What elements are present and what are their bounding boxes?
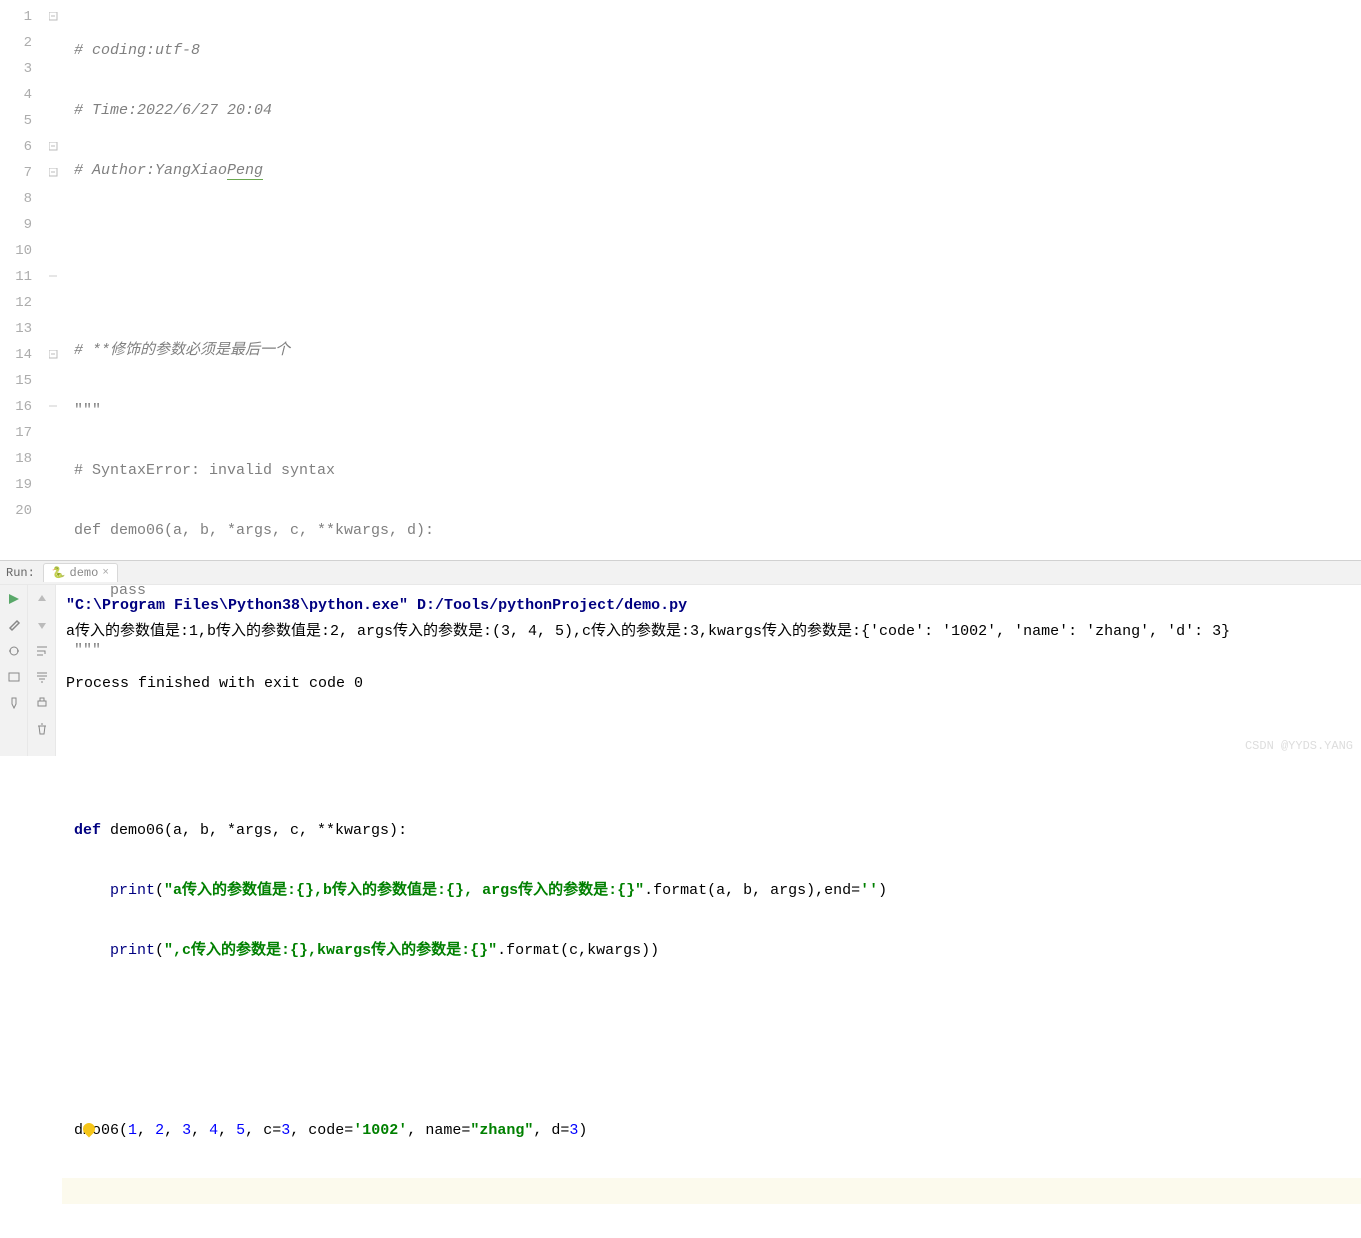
line-number: 16 bbox=[0, 394, 44, 420]
fold-end-icon[interactable] bbox=[44, 394, 62, 420]
up-arrow-icon[interactable] bbox=[32, 589, 52, 609]
code-text: def demo06(a, b, *args, c, **kwargs, d): bbox=[74, 522, 434, 539]
line-number: 10 bbox=[0, 238, 44, 264]
line-number: 3 bbox=[0, 56, 44, 82]
code-content[interactable]: # coding:utf-8 # Time:2022/6/27 20:04 # … bbox=[62, 0, 1361, 560]
code-text: # **修饰的参数必须是最后一个 bbox=[74, 342, 290, 359]
run-toolbar-left bbox=[0, 585, 28, 756]
line-number: 13 bbox=[0, 316, 44, 342]
trash-icon[interactable] bbox=[32, 719, 52, 739]
code-text: # SyntaxError: invalid syntax bbox=[74, 462, 335, 479]
line-number: 17 bbox=[0, 420, 44, 446]
code-text: # Author:YangXiaoPeng bbox=[74, 162, 263, 180]
code-text: pass bbox=[74, 582, 146, 599]
fold-column bbox=[44, 0, 62, 560]
soft-wrap-icon[interactable] bbox=[32, 641, 52, 661]
fold-end-icon[interactable] bbox=[44, 264, 62, 290]
rerun-button[interactable] bbox=[4, 589, 24, 609]
line-number: 20 bbox=[0, 498, 44, 524]
screenshot-icon[interactable] bbox=[4, 667, 24, 687]
code-text: def bbox=[74, 822, 110, 839]
code-text: """ bbox=[74, 642, 101, 659]
code-editor[interactable]: 1 2 3 4 5 6 7 8 9 10 11 12 13 14 15 16 1… bbox=[0, 0, 1361, 560]
wrench-icon[interactable] bbox=[4, 615, 24, 635]
line-number: 5 bbox=[0, 108, 44, 134]
line-number: 11 bbox=[0, 264, 44, 290]
code-text: # coding:utf-8 bbox=[74, 42, 200, 59]
down-arrow-icon[interactable] bbox=[32, 615, 52, 635]
print-icon[interactable] bbox=[32, 693, 52, 713]
line-number: 18 bbox=[0, 446, 44, 472]
line-number: 15 bbox=[0, 368, 44, 394]
debug-icon[interactable] bbox=[4, 641, 24, 661]
fold-icon[interactable] bbox=[44, 4, 62, 30]
line-number: 4 bbox=[0, 82, 44, 108]
run-label: Run: bbox=[6, 566, 35, 580]
fold-icon[interactable] bbox=[44, 160, 62, 186]
pin-icon[interactable] bbox=[4, 693, 24, 713]
code-text: # Time:2022/6/27 20:04 bbox=[74, 102, 272, 119]
scroll-to-end-icon[interactable] bbox=[32, 667, 52, 687]
line-number: 1 bbox=[0, 4, 44, 30]
fold-icon[interactable] bbox=[44, 342, 62, 368]
line-number: 19 bbox=[0, 472, 44, 498]
line-number: 6 bbox=[0, 134, 44, 160]
line-number: 12 bbox=[0, 290, 44, 316]
line-number: 14 bbox=[0, 342, 44, 368]
code-text: """ bbox=[74, 402, 101, 419]
line-number: 8 bbox=[0, 186, 44, 212]
line-number-gutter: 1 2 3 4 5 6 7 8 9 10 11 12 13 14 15 16 1… bbox=[0, 0, 44, 560]
run-toolbar-inner bbox=[28, 585, 56, 756]
line-number: 2 bbox=[0, 30, 44, 56]
line-number: 7 bbox=[0, 160, 44, 186]
line-number: 9 bbox=[0, 212, 44, 238]
fold-icon[interactable] bbox=[44, 134, 62, 160]
